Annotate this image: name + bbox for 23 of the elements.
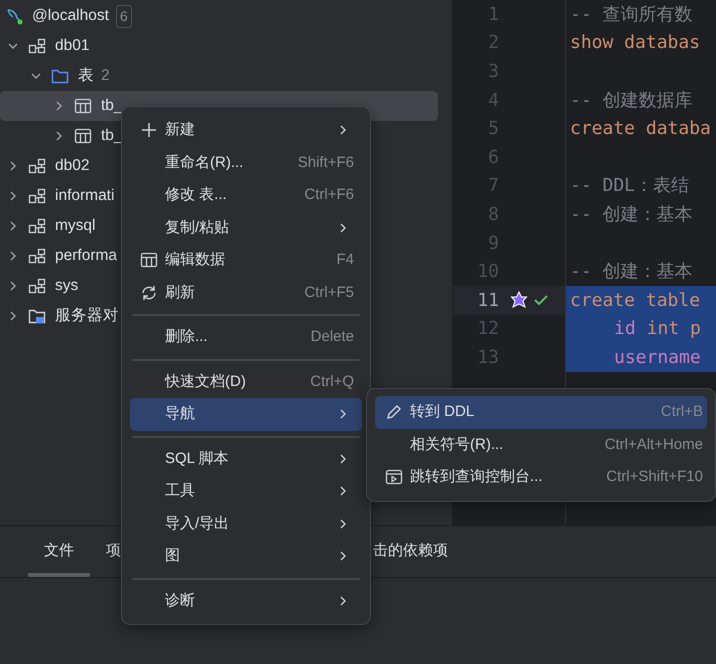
code-text: -- DDL：表结 xyxy=(570,174,690,198)
code-text: -- 创建：基本 xyxy=(570,260,693,284)
line-number: 11 xyxy=(476,288,499,313)
code-text: create table xyxy=(570,288,700,313)
shortcut-text: Delete xyxy=(310,327,354,347)
code-text: show databas xyxy=(570,31,700,56)
shortcut-text: Ctrl+F5 xyxy=(304,282,354,302)
code-text: id xyxy=(614,317,636,342)
shortcut-text: Ctrl+B xyxy=(660,402,703,422)
count-badge: 6 xyxy=(116,4,132,28)
shortcut-text: Ctrl+Alt+Home xyxy=(604,434,703,454)
shortcut-text: Ctrl+F6 xyxy=(304,185,354,205)
code-text: username xyxy=(614,346,701,370)
code-text: int p xyxy=(646,317,701,342)
shortcut-text: Shift+F6 xyxy=(298,152,354,172)
shortcut-text: Ctrl+Shift+F10 xyxy=(606,467,703,487)
count-text: 2 xyxy=(101,66,110,86)
shortcut-text: Ctrl+Q xyxy=(310,372,354,392)
shortcut-text: F4 xyxy=(336,250,354,270)
code-text: -- 创建：基本 xyxy=(570,202,693,227)
code-text: create databa xyxy=(570,117,711,142)
code-text: -- 查询所有数 xyxy=(570,2,693,27)
code-text: -- 创建数据库 xyxy=(570,88,693,113)
